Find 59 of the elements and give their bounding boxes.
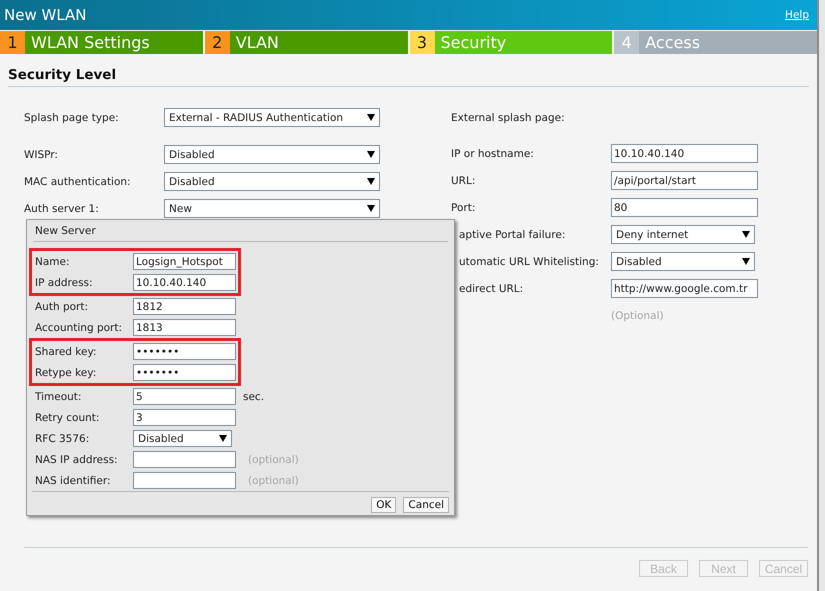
caret-icon: [367, 178, 375, 185]
input-field[interactable]: 3: [133, 409, 236, 426]
field-label: Retype key:: [35, 366, 98, 378]
field-label: edirect URL:: [458, 282, 524, 294]
field-label: Auth server 1:: [24, 202, 100, 214]
caret-icon: [742, 231, 750, 238]
field-label: Timeout:: [35, 390, 82, 402]
caret-icon: [742, 258, 750, 265]
input-field[interactable]: 80: [611, 198, 758, 217]
input-field[interactable]: 10.10.40.140: [133, 274, 236, 291]
input-field[interactable]: 5: [133, 388, 236, 405]
dialog-button[interactable]: Cancel: [403, 497, 449, 513]
field-label: WISPr:: [24, 148, 59, 160]
field-label: Accounting port:: [35, 322, 124, 334]
field-label: Auth port:: [35, 300, 90, 312]
dropdown[interactable]: Disabled: [611, 252, 755, 271]
input-field[interactable]: /api/portal/start: [611, 171, 758, 190]
window-title: New WLAN: [4, 6, 86, 24]
input-field[interactable]: Logsign_Hotspot: [133, 253, 236, 270]
input-field[interactable]: [133, 472, 236, 489]
dropdown[interactable]: Disabled: [164, 145, 380, 164]
dropdown[interactable]: Disabled: [164, 172, 380, 191]
dialog-button[interactable]: OK: [371, 497, 396, 513]
caret-icon: [367, 114, 375, 121]
dropdown[interactable]: Deny internet: [611, 225, 755, 244]
caret-icon: [367, 205, 375, 212]
field-label: Name:: [35, 256, 71, 268]
dropdown[interactable]: External - RADIUS Authentication: [164, 108, 380, 127]
field-label: Splash page type:: [24, 112, 120, 124]
caret-icon: [219, 435, 227, 442]
caret-icon: [367, 151, 375, 158]
field-label: Retry count:: [35, 412, 100, 424]
hint-text: (Optional): [611, 310, 664, 322]
field-label: aptive Portal failure:: [458, 228, 566, 240]
field-label: RFC 3576:: [35, 432, 90, 444]
field-label: URL:: [451, 174, 476, 186]
field-label: IP or hostname:: [451, 148, 535, 160]
section-title: Security Level: [8, 67, 809, 87]
input-field[interactable]: 1813: [133, 319, 236, 336]
field-label: utomatic URL Whitelisting:: [458, 256, 600, 268]
input-field[interactable]: http://www.google.com.tr: [611, 279, 758, 298]
field-label: External splash page:: [451, 112, 566, 124]
field-label: NAS identifier:: [35, 474, 112, 486]
field-label: MAC authentication:: [24, 176, 132, 188]
dropdown[interactable]: New: [164, 199, 380, 218]
field-label: IP address:: [35, 276, 94, 288]
input-field[interactable]: [133, 451, 236, 468]
hint-text: (optional): [248, 454, 299, 466]
dialog-title: New Server: [33, 220, 448, 242]
input-field[interactable]: 10.10.40.140: [611, 144, 758, 163]
field-label: Shared key:: [35, 346, 98, 358]
field-label: Port:: [451, 202, 476, 214]
input-field[interactable]: 1812: [133, 298, 236, 315]
hint-text: (optional): [248, 474, 299, 486]
hint-text: sec.: [243, 390, 264, 402]
dropdown[interactable]: Disabled: [133, 430, 232, 447]
field-label: NAS IP address:: [35, 454, 119, 466]
input-field[interactable]: •••••••: [133, 364, 236, 381]
input-field[interactable]: •••••••: [133, 343, 236, 360]
